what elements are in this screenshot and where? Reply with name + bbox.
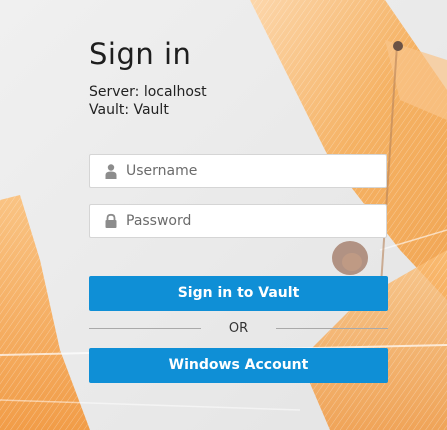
lock-icon xyxy=(105,213,117,228)
page-title: Sign in xyxy=(89,37,192,71)
username-input[interactable] xyxy=(126,155,381,187)
password-field[interactable] xyxy=(89,204,387,238)
divider-line-right xyxy=(276,328,388,329)
user-icon xyxy=(105,164,117,179)
username-field[interactable] xyxy=(89,154,387,188)
or-label: OR xyxy=(228,321,249,336)
sign-in-to-vault-button[interactable]: Sign in to Vault xyxy=(89,276,388,311)
vault-info: Vault: Vault xyxy=(89,102,169,118)
server-info: Server: localhost xyxy=(89,84,207,100)
or-divider: OR xyxy=(89,320,388,338)
windows-account-button[interactable]: Windows Account xyxy=(89,348,388,383)
sign-in-screen: Sign in Server: localhost Vault: Vault S… xyxy=(0,0,447,430)
password-input[interactable] xyxy=(126,205,381,237)
